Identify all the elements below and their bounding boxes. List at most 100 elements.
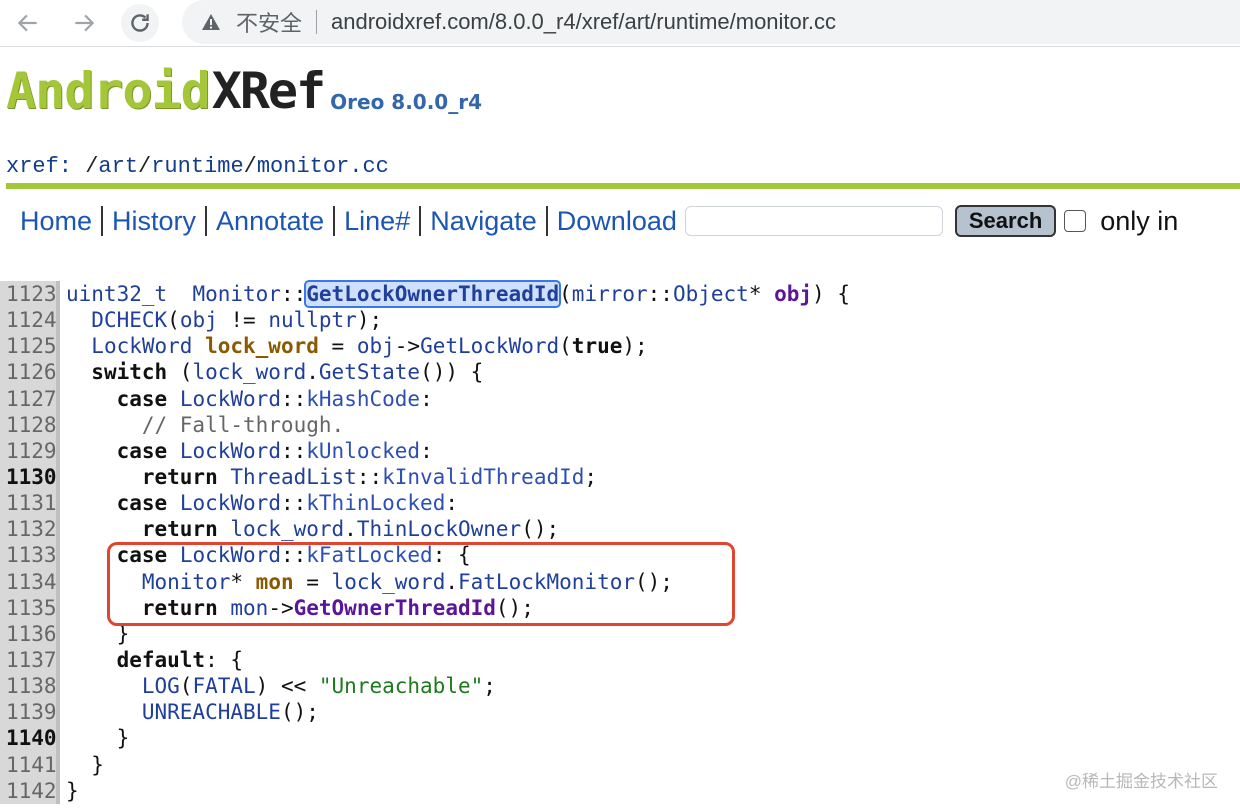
code-token[interactable]: kFatLocked: [306, 543, 432, 567]
search-button[interactable]: Search: [954, 205, 1057, 237]
line-number[interactable]: 1127: [0, 385, 60, 412]
back-arrow-icon[interactable]: [9, 4, 47, 42]
line-number[interactable]: 1123: [0, 281, 60, 308]
code-token[interactable]: Object: [673, 282, 749, 306]
line-number[interactable]: 1129: [0, 437, 60, 464]
line-number[interactable]: 1134: [0, 568, 60, 595]
code-token[interactable]: lock_word: [192, 360, 306, 384]
code-token[interactable]: Monitor: [192, 282, 281, 306]
code-line: 1131 case LockWord::kThinLocked:: [0, 490, 1240, 517]
url-text[interactable]: androidxref.com/8.0.0_r4/xref/art/runtim…: [331, 9, 836, 35]
highlighted-symbol[interactable]: GetLockOwnerThreadId: [304, 280, 562, 308]
code-token[interactable]: kThinLocked: [306, 491, 445, 515]
code-token[interactable]: uint32_t: [66, 282, 167, 306]
code-text: return ThreadList::kInvalidThreadId;: [60, 464, 597, 490]
code-token[interactable]: GetOwnerThreadId: [294, 596, 496, 620]
warning-triangle-icon[interactable]: [200, 11, 222, 33]
code-token: !=: [217, 308, 269, 333]
breadcrumb-runtime[interactable]: runtime: [151, 154, 243, 179]
code-token: (: [167, 308, 180, 333]
code-token[interactable]: GetState: [319, 360, 420, 384]
code-token[interactable]: ThreadList: [230, 465, 356, 489]
line-number[interactable]: 1141: [0, 751, 60, 778]
menu-download[interactable]: Download: [557, 206, 677, 237]
code-token[interactable]: mon: [256, 570, 294, 594]
forward-arrow-icon[interactable]: [65, 4, 103, 42]
code-token[interactable]: mon: [230, 596, 268, 620]
line-number[interactable]: 1125: [0, 333, 60, 360]
code-token[interactable]: "Unreachable": [319, 674, 483, 698]
menu-history[interactable]: History: [112, 206, 196, 237]
code-token[interactable]: return: [142, 465, 218, 489]
line-number[interactable]: 1131: [0, 490, 60, 517]
line-number[interactable]: 1142: [0, 777, 60, 804]
code-token: *: [748, 282, 775, 306]
code-token[interactable]: kUnlocked: [306, 439, 420, 463]
code-token[interactable]: nullptr: [268, 308, 357, 332]
code-token[interactable]: LockWord: [180, 439, 281, 463]
code-token[interactable]: return: [142, 596, 218, 620]
code-token[interactable]: obj: [774, 282, 812, 306]
code-token[interactable]: lock_word: [332, 570, 446, 594]
code-token[interactable]: ThinLockOwner: [357, 517, 521, 541]
menu-line-numbers[interactable]: Line#: [344, 206, 410, 237]
code-token[interactable]: DCHECK: [91, 308, 167, 332]
code-token[interactable]: lock_word: [192, 334, 319, 358]
reload-icon[interactable]: [121, 4, 159, 42]
menu-separator: [545, 206, 548, 236]
only-in-checkbox[interactable]: [1064, 210, 1087, 232]
code-token[interactable]: obj: [180, 308, 218, 332]
breadcrumb-file[interactable]: monitor.cc: [257, 154, 389, 179]
code-token[interactable]: LOG: [142, 674, 180, 698]
search-input[interactable]: [684, 206, 943, 236]
line-number[interactable]: 1140: [0, 725, 60, 752]
code-token[interactable]: LockWord: [180, 387, 281, 411]
line-number[interactable]: 1135: [0, 594, 60, 621]
watermark: @稀土掘金技术社区: [1064, 772, 1218, 791]
code-token[interactable]: default: [117, 648, 206, 672]
code-token[interactable]: case: [117, 491, 168, 515]
menu-navigate[interactable]: Navigate: [430, 206, 537, 237]
code-token[interactable]: kInvalidThreadId: [382, 465, 584, 489]
code-token[interactable]: return: [142, 517, 218, 541]
code-token[interactable]: UNREACHABLE: [142, 700, 281, 724]
code-token[interactable]: GetLockWord: [420, 334, 559, 358]
code-token[interactable]: switch: [91, 360, 167, 384]
breadcrumb-xref[interactable]: xref:: [6, 154, 72, 179]
code-token[interactable]: case: [117, 387, 168, 411]
code-token[interactable]: true: [572, 334, 623, 358]
line-number[interactable]: 1133: [0, 542, 60, 569]
code-line: 1136 }: [0, 620, 1240, 647]
line-number[interactable]: 1130: [0, 463, 60, 491]
code-token[interactable]: lock_word: [230, 517, 344, 541]
line-number[interactable]: 1138: [0, 673, 60, 700]
code-token[interactable]: obj: [357, 334, 395, 358]
code-token[interactable]: FatLockMonitor: [458, 570, 635, 594]
code-token[interactable]: case: [117, 439, 168, 463]
code-token[interactable]: Monitor: [142, 570, 231, 594]
breadcrumb-art[interactable]: art: [98, 154, 138, 179]
menu-annotate[interactable]: Annotate: [216, 206, 324, 237]
code-token: }: [66, 778, 79, 803]
code-token[interactable]: FATAL: [192, 674, 255, 698]
code-token[interactable]: mirror: [572, 282, 648, 306]
code-token[interactable]: LockWord: [180, 491, 281, 515]
line-number[interactable]: 1132: [0, 516, 60, 543]
code-token[interactable]: LockWord: [180, 543, 281, 567]
androidxref-logo[interactable]: Android XRef Oreo 8.0.0_r4: [6, 58, 482, 118]
line-number[interactable]: 1136: [0, 620, 60, 647]
code-token: }: [66, 726, 130, 751]
code-token[interactable]: kHashCode: [306, 387, 420, 411]
line-number[interactable]: 1124: [0, 307, 60, 334]
code-token: (: [179, 674, 193, 699]
line-number[interactable]: 1128: [0, 411, 60, 438]
address-bar[interactable]: 不安全 androidxref.com/8.0.0_r4/xref/art/ru…: [182, 0, 1240, 44]
line-number[interactable]: 1126: [0, 359, 60, 386]
menu-home[interactable]: Home: [20, 206, 92, 237]
code-token[interactable]: LockWord: [91, 334, 192, 358]
line-number[interactable]: 1139: [0, 699, 60, 726]
line-number[interactable]: 1137: [0, 646, 60, 674]
code-token[interactable]: case: [117, 543, 168, 567]
